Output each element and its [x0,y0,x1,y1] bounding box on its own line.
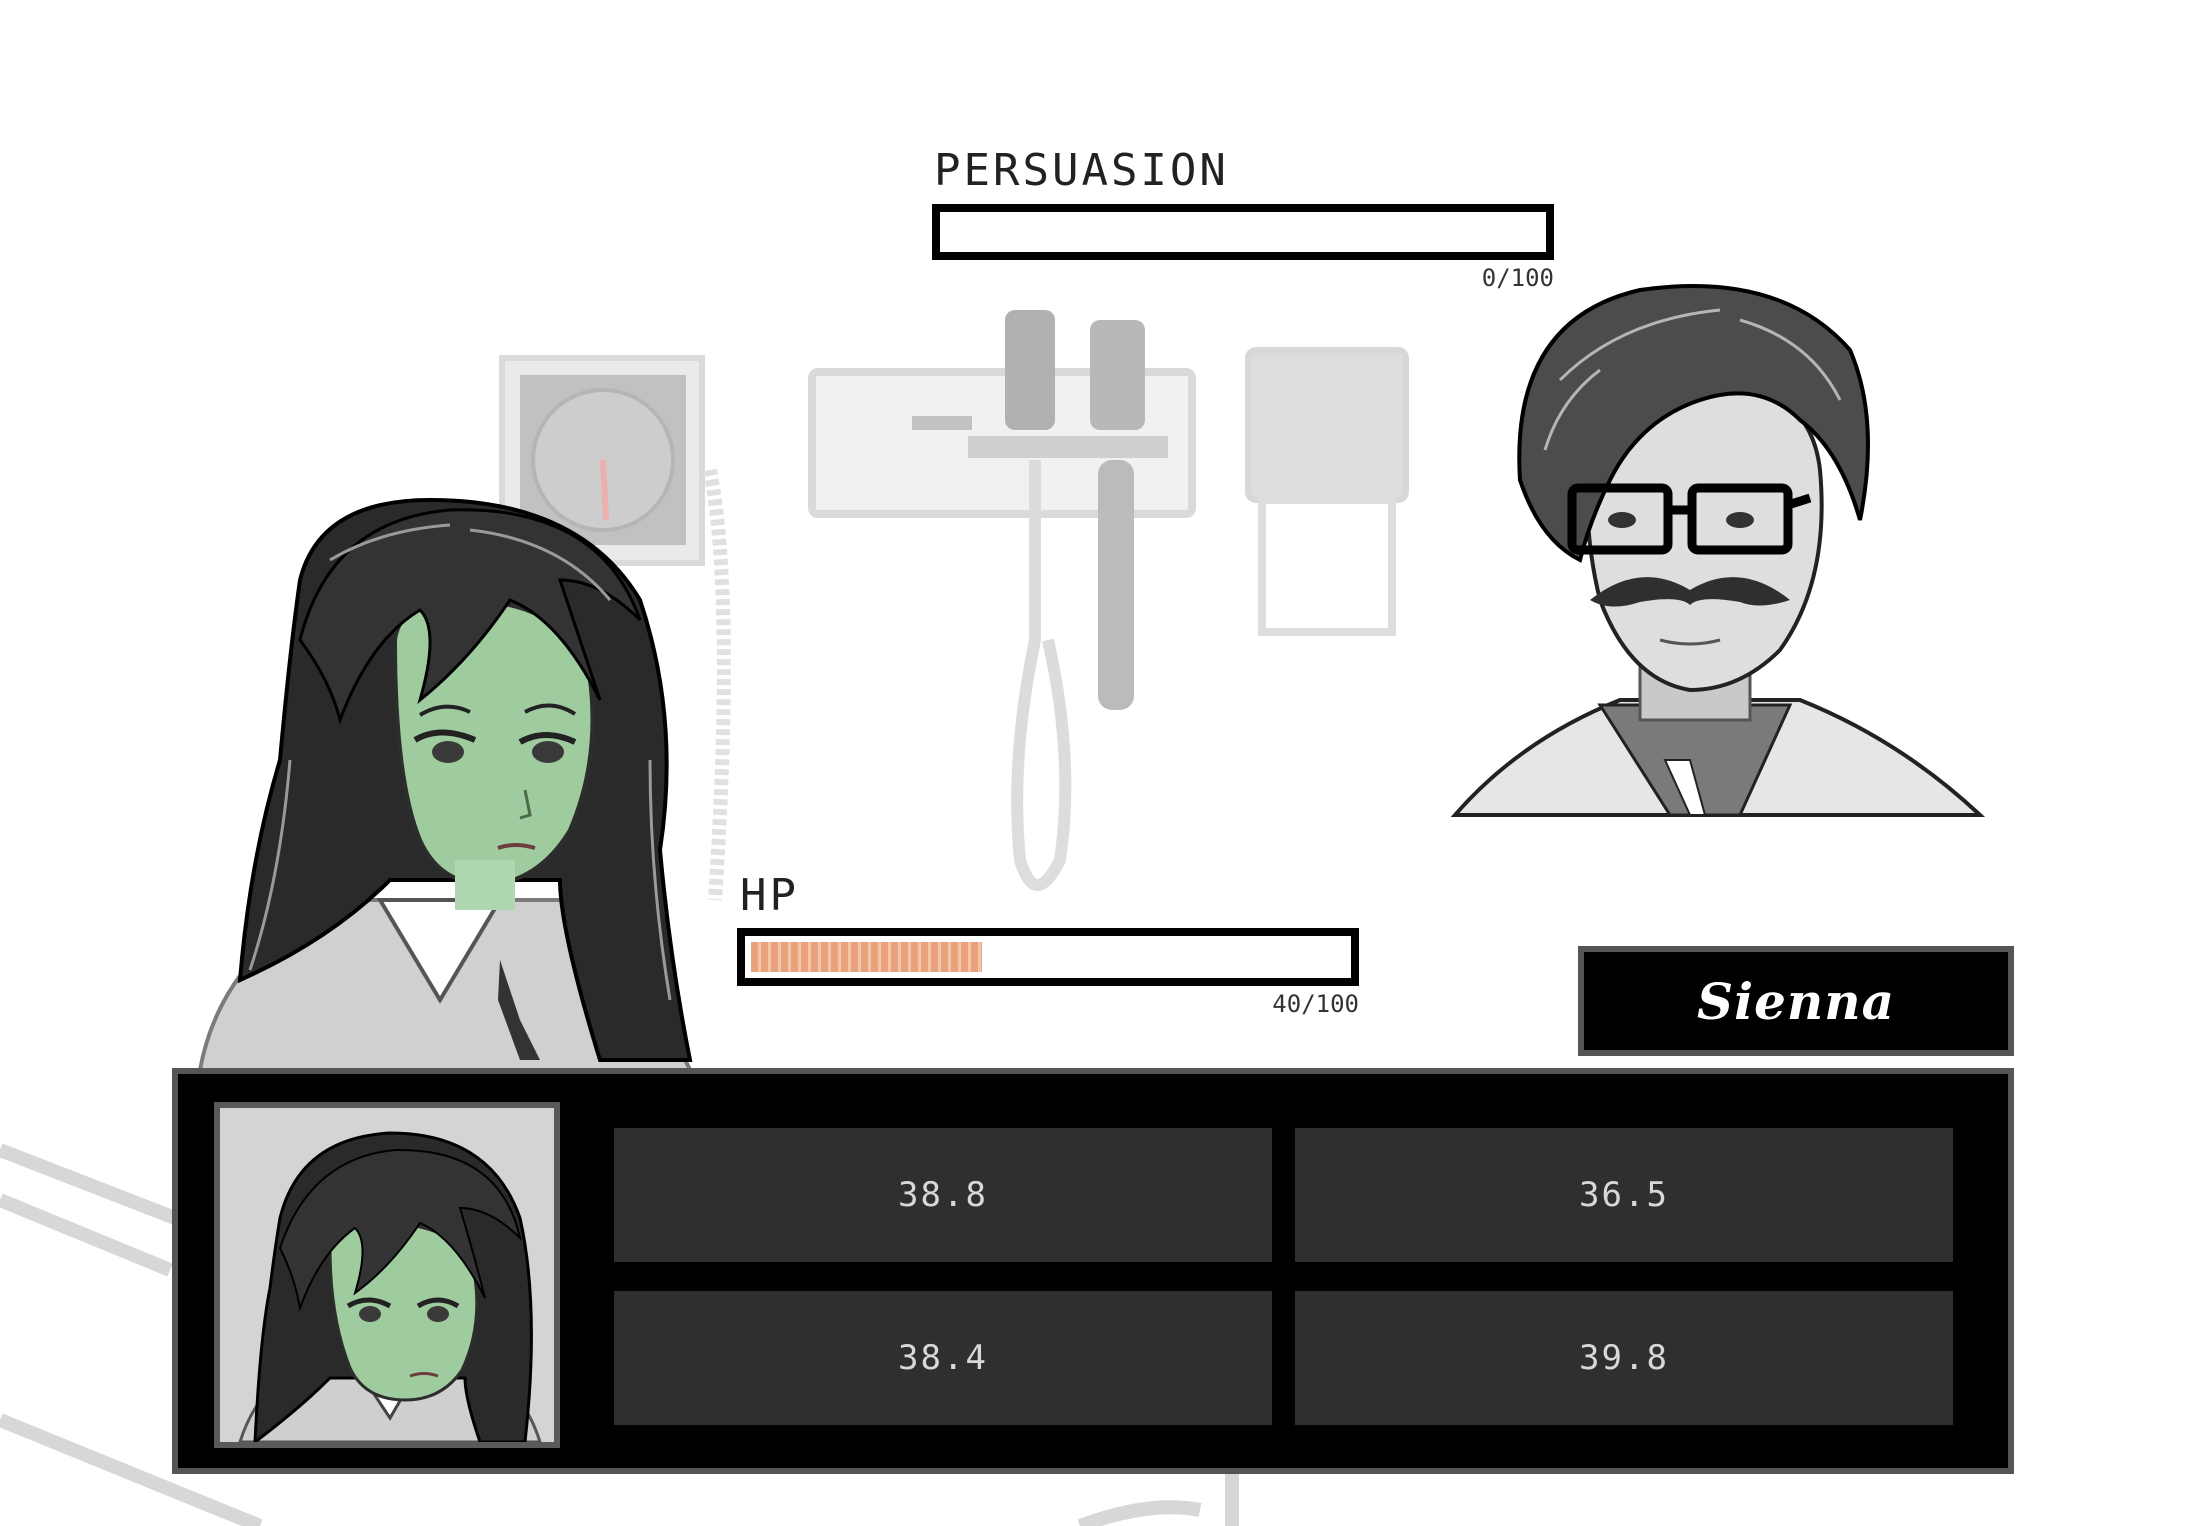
doctor-character [1450,284,1986,817]
persuasion-label: PERSUASION [934,145,1229,196]
girl-character [197,497,694,1072]
choice-button-4[interactable]: 39.8 [1295,1291,1953,1425]
hp-value: 40/100 [1272,990,1359,1018]
speaker-name-plate: Sienna [1578,946,2014,1056]
choice-button-1[interactable]: 38.8 [614,1128,1272,1262]
speaker-name: Sienna [1696,971,1896,1031]
choice-button-3[interactable]: 38.4 [614,1291,1272,1425]
persuasion-value: 0/100 [1481,264,1554,292]
hp-label: HP [740,870,799,921]
wall-dispenser [1245,347,1409,636]
choice-button-2[interactable]: 36.5 [1295,1128,1953,1262]
speaker-portrait [214,1102,560,1448]
hp-meter-fill [751,942,982,972]
hp-meter [737,928,1359,986]
wall-diagnostic-set [808,310,1196,891]
persuasion-meter [932,204,1554,260]
girl-portrait-image [238,1131,542,1442]
choice-panel: 38.8 36.5 38.4 39.8 [172,1068,2014,1474]
